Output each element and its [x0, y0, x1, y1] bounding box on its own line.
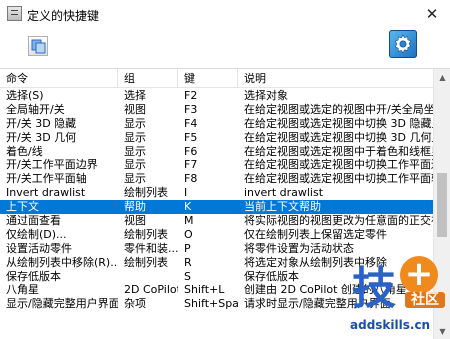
group-cell: 杂项	[124, 297, 146, 311]
command-cell: 开/关工作平面轴	[6, 172, 87, 186]
table-row[interactable]: 开/关 3D 隐藏 显示 F4 在给定视图或选定视图中切换 3D 隐藏显示	[0, 117, 433, 131]
group-cell: 显示	[124, 158, 146, 172]
command-cell: 八角星	[6, 283, 39, 297]
key-cell: P	[184, 241, 191, 255]
group-cell: 视图	[124, 102, 146, 116]
key-cell: F3	[184, 102, 198, 116]
table-row-selected[interactable]: 上下文 帮助 K 当前上下文帮助	[0, 200, 433, 215]
command-cell: 仅绘制(D)...	[6, 227, 67, 241]
description-cell: 当前上下文帮助	[244, 200, 321, 214]
command-cell: 开/关 3D 隐藏	[6, 116, 77, 130]
toolbar	[0, 28, 450, 68]
command-cell: 通过面查看	[6, 214, 61, 228]
command-cell: 全局轴开/关	[6, 102, 65, 116]
description-cell: 在给定视图或选定视图中切换 3D 隐藏显示	[244, 116, 433, 130]
scrollbar-thumb[interactable]	[437, 173, 447, 237]
key-cell: Shift+Spa...	[184, 297, 238, 311]
column-header-group[interactable]: 组	[118, 69, 178, 88]
command-cell: 设置活动零件	[6, 241, 72, 255]
group-cell: 2D CoPilot	[124, 283, 178, 297]
key-cell: O	[184, 227, 193, 241]
command-cell: 开/关工作平面边界	[6, 158, 98, 172]
group-cell	[118, 270, 178, 284]
description-cell: 仅在绘制列表上保留选定零件	[244, 227, 387, 241]
command-cell: 显示/隐藏完整用户界面	[6, 297, 118, 311]
column-header-command[interactable]: 命令	[0, 69, 118, 88]
table-row[interactable]: Invert drawlist 绘制列表 Iinvert drawlist	[0, 186, 433, 200]
description-cell: 在给定视图或选定视图中切换 3D 几何显示	[244, 130, 433, 144]
description-cell: invert drawlist	[244, 186, 324, 200]
table-header: 命令 组 键 说明	[0, 69, 433, 88]
group-cell: 零件和装...	[124, 241, 178, 255]
command-cell: 着色/线	[6, 144, 43, 158]
command-cell: 从绘制列表中移除(R)...	[6, 255, 118, 269]
command-cell: 开/关 3D 几何	[6, 130, 77, 144]
table-row[interactable]: 着色/线 显示 F6 在给定视图或选定视图中于着色和线框显示之间切换	[0, 145, 433, 159]
copy-icon[interactable]	[28, 36, 48, 56]
table-row[interactable]: 全局轴开/关 视图 F3 在给定视图或选定的视图中开/关全局坐标轴	[0, 103, 433, 117]
description-cell: 在给定视图或选定视图中于着色和线框显示之间切换	[244, 144, 433, 158]
key-cell: F5	[184, 130, 198, 144]
command-cell: Invert drawlist	[6, 186, 86, 200]
key-cell: K	[184, 200, 192, 214]
key-cell: F8	[184, 172, 198, 186]
key-cell: F4	[184, 116, 198, 130]
table-row[interactable]: 开/关工作平面边界 显示 F7 在给定视图或选定视图中切换工作平面边界显示	[0, 158, 433, 172]
app-icon	[7, 6, 22, 21]
watermark-plus-icon: +	[400, 256, 438, 294]
description-cell: 选择对象	[244, 89, 288, 102]
key-cell: S	[184, 269, 191, 283]
watermark-community-label: 社区	[405, 292, 445, 308]
watermark-logo: 技 + 社区 addskills.cn	[350, 244, 450, 339]
key-cell: F7	[184, 158, 198, 172]
key-cell: F2	[184, 89, 198, 102]
column-header-key[interactable]: 键	[178, 69, 238, 88]
key-cell: I	[184, 186, 188, 200]
group-cell: 帮助	[124, 200, 146, 214]
description-cell: 将实际视图的视图更改为任意面的正交视图	[244, 214, 433, 228]
group-cell: 视图	[124, 214, 146, 228]
close-button[interactable]: ✕	[414, 0, 450, 28]
table-row[interactable]: 开/关工作平面轴 显示 F8 在给定视图或选定视图中切换工作平面轴显示	[0, 172, 433, 186]
group-cell: 显示	[124, 116, 146, 130]
table-row[interactable]: 通过面查看 视图 M 将实际视图的视图更改为任意面的正交视图	[0, 214, 433, 228]
command-cell: 保存低版本	[6, 269, 61, 283]
gear-icon[interactable]	[389, 30, 417, 58]
title-bar: 定义的快捷键 ✕	[0, 0, 450, 28]
scroll-up-icon[interactable]: ▲	[434, 69, 450, 86]
key-cell: R	[184, 255, 192, 269]
command-cell: 上下文	[6, 200, 39, 214]
group-cell: 绘制列表	[124, 255, 168, 269]
description-cell: 在给定视图或选定视图中切换工作平面轴显示	[244, 172, 433, 186]
key-cell: F6	[184, 144, 198, 158]
key-cell: M	[184, 214, 194, 228]
group-cell: 选择	[124, 89, 146, 102]
table-row[interactable]: 开/关 3D 几何 显示 F5 在给定视图或选定视图中切换 3D 几何显示	[0, 131, 433, 145]
group-cell: 显示	[124, 144, 146, 158]
group-cell: 显示	[124, 172, 146, 186]
watermark-url: addskills.cn	[350, 318, 431, 332]
group-cell: 绘制列表	[124, 227, 168, 241]
table-row[interactable]: 选择(S) 选择 F2 选择对象	[0, 89, 433, 103]
command-cell: 选择(S)	[6, 89, 44, 102]
group-cell: 绘制列表	[124, 186, 168, 200]
description-cell: 在给定视图或选定的视图中开/关全局坐标轴	[244, 102, 433, 116]
window-title: 定义的快捷键	[27, 9, 100, 23]
column-header-description[interactable]: 说明	[238, 69, 433, 88]
group-cell: 显示	[124, 130, 146, 144]
watermark-brand-char: 技	[352, 263, 396, 314]
description-cell: 在给定视图或选定视图中切换工作平面边界显示	[244, 158, 433, 172]
key-cell: Shift+L	[184, 283, 225, 297]
table-row[interactable]: 仅绘制(D)... 绘制列表 O 仅在绘制列表上保留选定零件	[0, 228, 433, 242]
